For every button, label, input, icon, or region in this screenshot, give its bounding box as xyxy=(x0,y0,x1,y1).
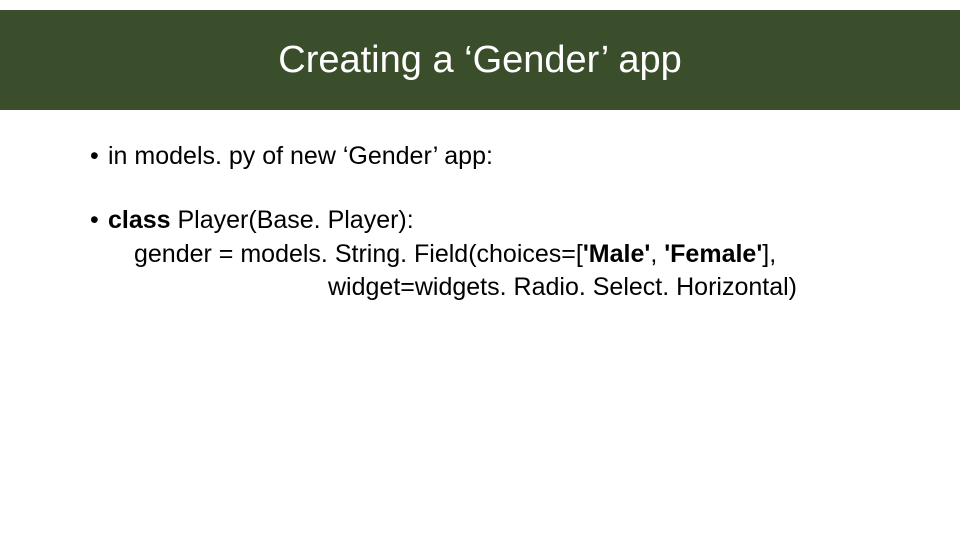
code-comma: , xyxy=(650,240,664,268)
code-choice-male: 'Male' xyxy=(583,240,650,268)
bullet-dot-icon: • xyxy=(90,204,108,305)
slide-title-band: Creating a ‘Gender’ app xyxy=(0,10,960,110)
bullet-code-block: class Player(Base. Player): gender = mod… xyxy=(108,204,890,305)
code-assign-post: ], xyxy=(762,240,776,268)
slide-title: Creating a ‘Gender’ app xyxy=(278,39,681,82)
code-widget-line: widget=widgets. Radio. Select. Horizonta… xyxy=(108,271,890,305)
bullet-item: • in models. py of new ‘Gender’ app: xyxy=(90,140,890,174)
bullet-text: in models. py of new ‘Gender’ app: xyxy=(108,140,890,174)
bullet-item: • class Player(Base. Player): gender = m… xyxy=(90,204,890,305)
code-class-decl: Player(Base. Player): xyxy=(171,206,414,234)
code-choice-female: 'Female' xyxy=(664,240,762,268)
slide-body: • in models. py of new ‘Gender’ app: • c… xyxy=(0,110,960,305)
code-assign-pre: gender = models. String. Field(choices=[ xyxy=(134,240,583,268)
code-keyword-class: class xyxy=(108,206,171,234)
bullet-dot-icon: • xyxy=(90,140,108,174)
